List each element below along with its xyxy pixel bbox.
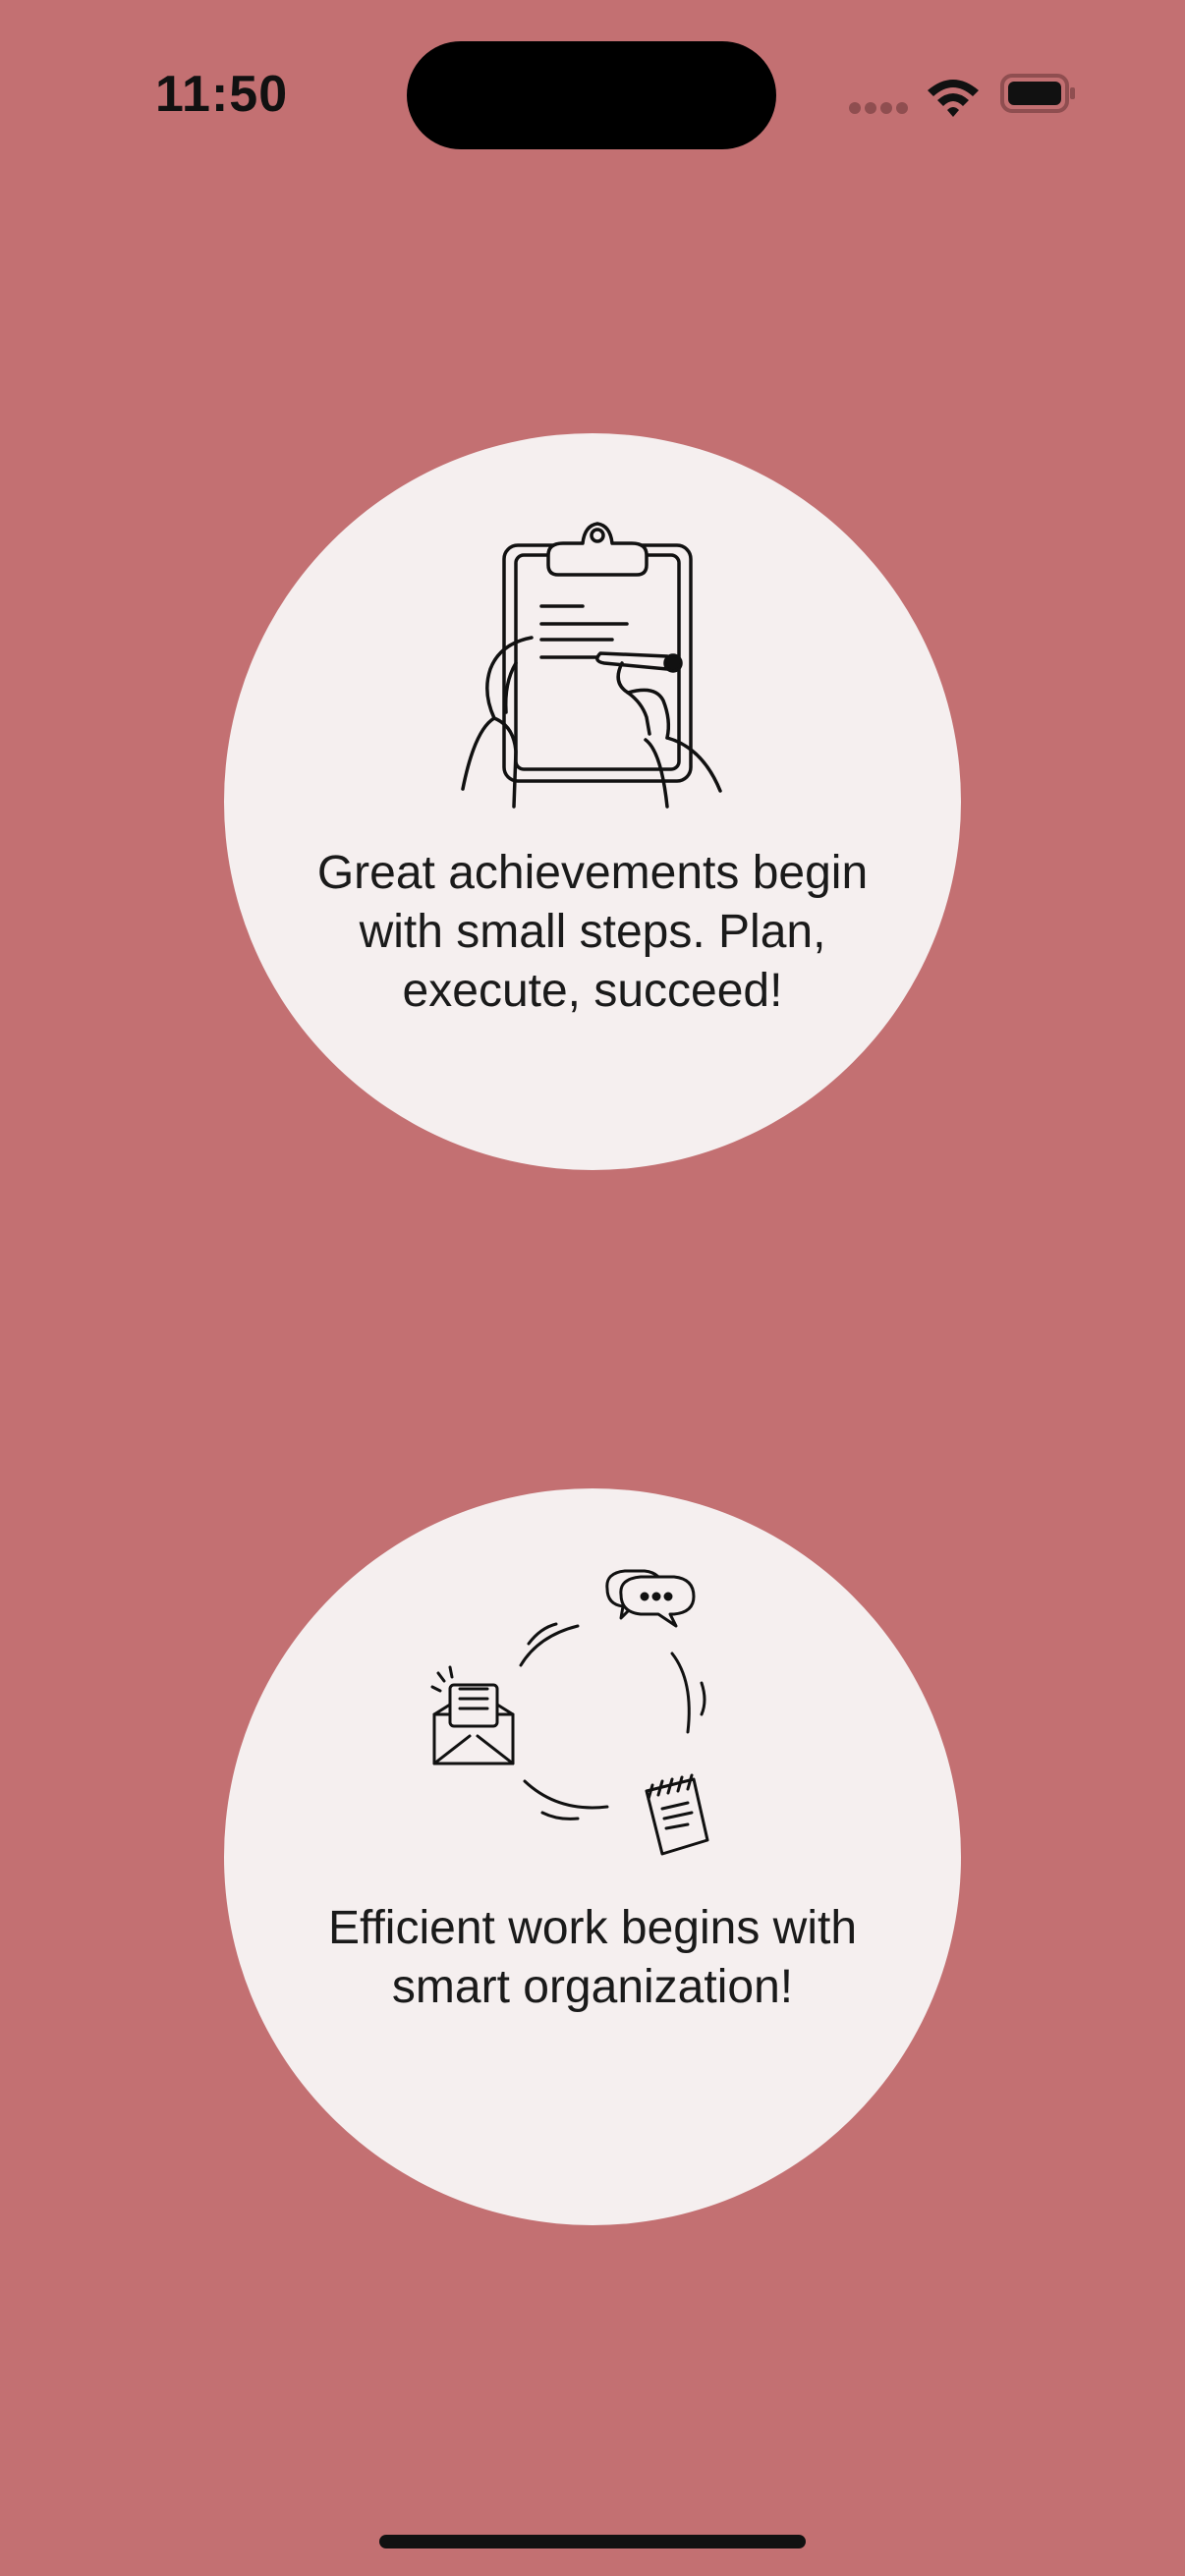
dynamic-island: [407, 41, 776, 149]
status-time: 11:50: [155, 66, 289, 123]
battery-icon: [1000, 74, 1075, 113]
home-indicator[interactable]: [379, 2535, 806, 2548]
cellular-signal-icon: [849, 102, 908, 116]
card-message: Great achievements begin with small step…: [316, 847, 869, 1017]
motivation-card: Great achievements begin with small step…: [224, 433, 961, 1170]
motivation-card: Efficient work begins with smart organiz…: [224, 1488, 961, 2225]
card-message: Efficient work begins with smart organiz…: [327, 1902, 858, 2013]
wifi-icon: [928, 80, 979, 117]
clipboard-writing-icon: [461, 522, 722, 809]
status-bar: 11:50: [0, 0, 1185, 196]
organization-cycle-icon: [430, 1569, 709, 1856]
